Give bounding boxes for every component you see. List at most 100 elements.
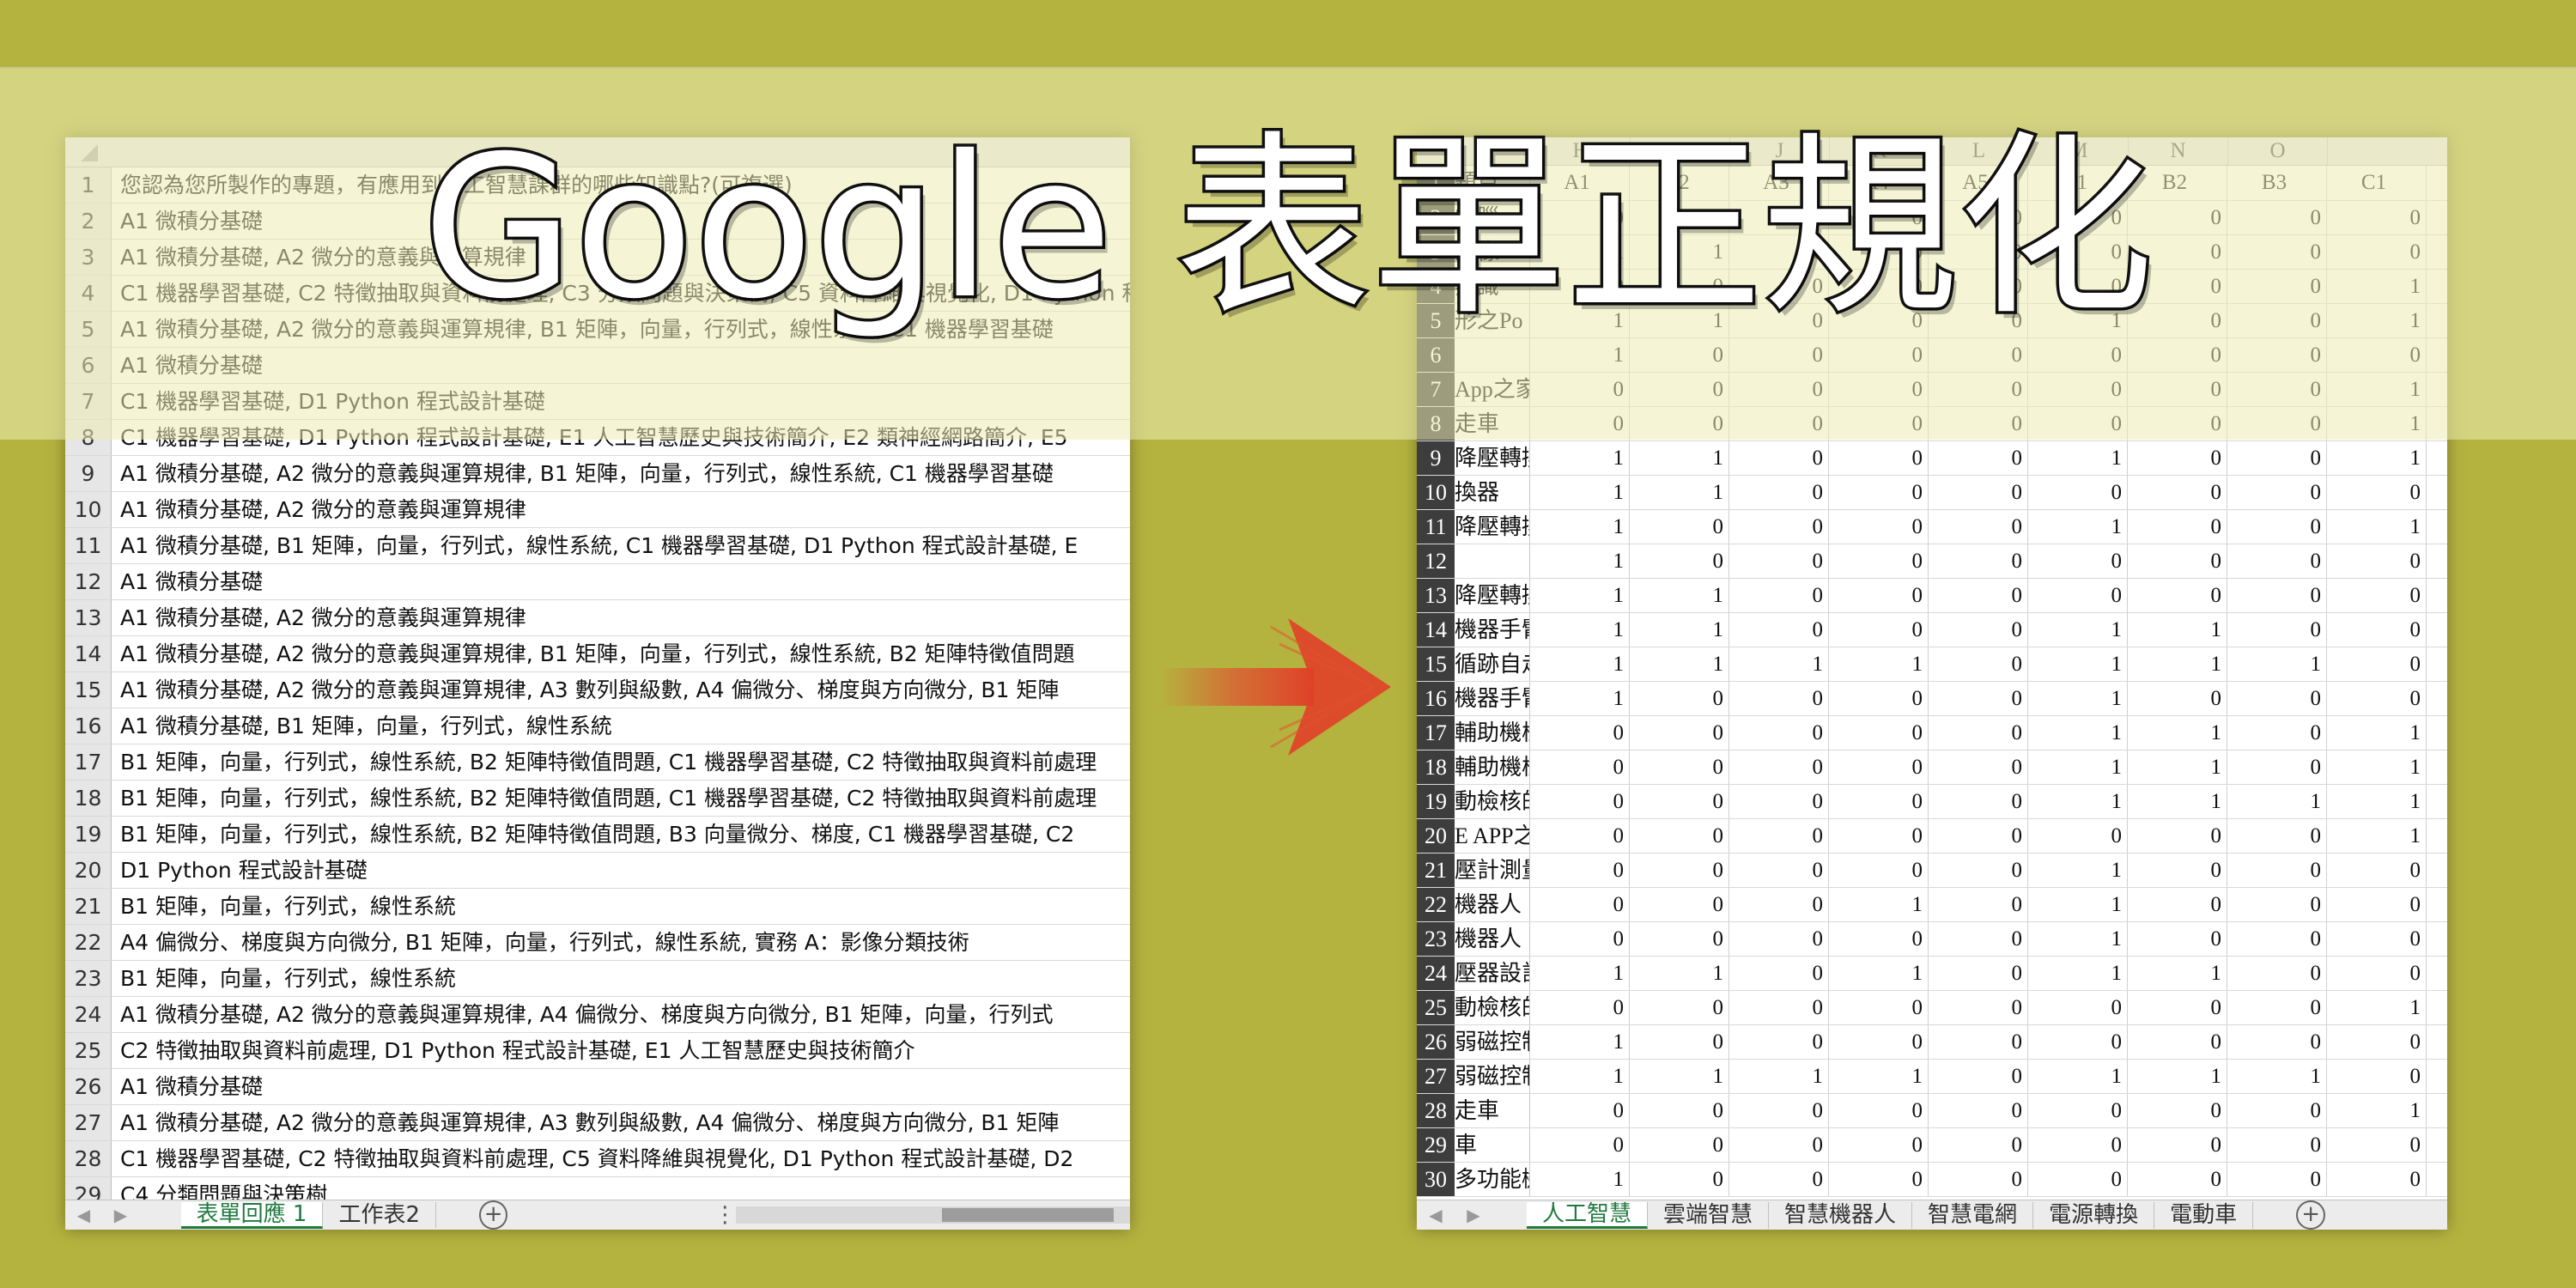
cell[interactable]: 0 <box>2327 1025 2427 1059</box>
cell[interactable]: 0 <box>1630 544 1729 578</box>
cell[interactable]: 0 <box>2028 1163 2128 1196</box>
project-name-cell[interactable]: 動檢核的 <box>1455 991 1530 1024</box>
more-icon[interactable]: ⋮ <box>714 1202 736 1228</box>
cell[interactable]: 0 <box>1729 1025 1829 1059</box>
cell[interactable]: 0 <box>2227 510 2327 544</box>
cell[interactable]: 0 <box>1929 441 2028 475</box>
cell[interactable]: 1 <box>2028 1060 2128 1093</box>
cell[interactable]: 0 <box>1929 1025 2028 1059</box>
cell[interactable]: 0 <box>1729 991 1829 1024</box>
row-number[interactable]: 27 <box>1417 1060 1455 1093</box>
row-number[interactable]: 10 <box>1417 476 1455 509</box>
project-name-cell[interactable]: 降壓轉換 <box>1455 579 1530 612</box>
row-number[interactable]: 28 <box>1417 1094 1455 1127</box>
cell[interactable]: 0 <box>1729 613 1829 647</box>
cell[interactable]: 0 <box>2028 819 2128 853</box>
cell[interactable]: 1 <box>1530 1163 1630 1196</box>
cell[interactable]: 1 <box>1829 888 1929 921</box>
cell[interactable]: 0 <box>2028 544 2128 578</box>
cell[interactable]: 1 <box>2028 682 2128 715</box>
cell[interactable]: 0 <box>2128 1128 2227 1162</box>
cell[interactable]: 0 <box>1829 750 1929 784</box>
cell[interactable]: 0 <box>2128 1025 2227 1059</box>
cell[interactable]: 0 <box>1630 922 1729 956</box>
cell[interactable]: 1 <box>2028 647 2128 681</box>
cell[interactable]: 0 <box>2028 1025 2128 1059</box>
row-number[interactable]: 15 <box>65 672 112 708</box>
cell[interactable]: 1 <box>2327 819 2427 853</box>
project-name-cell[interactable]: 機器手臂 <box>1455 682 1530 715</box>
cell[interactable]: 0 <box>1729 888 1829 921</box>
cell[interactable]: 1 <box>2327 1094 2427 1127</box>
cell[interactable]: 0 <box>1929 647 2028 681</box>
cell[interactable]: 1 <box>1530 441 1630 475</box>
cell[interactable]: 1 <box>1630 1060 1729 1093</box>
cell[interactable]: 0 <box>1829 785 1929 818</box>
cell[interactable]: 0 <box>1729 922 1829 956</box>
cell[interactable]: 1 <box>1829 957 1929 990</box>
cell[interactable]: 0 <box>1630 1094 1729 1127</box>
cell[interactable]: 0 <box>2227 613 2327 647</box>
cell[interactable]: 0 <box>1729 544 1829 578</box>
tab-form-responses[interactable]: 表單回應 1 <box>180 1201 324 1229</box>
cell[interactable]: 1 <box>1630 476 1729 509</box>
cell[interactable]: 0 <box>1729 750 1829 784</box>
cell[interactable]: 0 <box>1829 510 1929 544</box>
cell[interactable]: 0 <box>1829 1094 1929 1127</box>
cell[interactable]: B1 矩陣，向量，行列式，線性系統 <box>112 961 1130 996</box>
cell[interactable]: 0 <box>2227 888 2327 921</box>
cell[interactable]: 1 <box>2028 922 2128 956</box>
cell[interactable]: A4 偏微分、梯度與方向微分, B1 矩陣，向量，行列式，線性系統, 實務 A：… <box>112 925 1130 960</box>
row-number[interactable]: 9 <box>1417 441 1455 475</box>
scrollbar-thumb[interactable] <box>942 1208 1115 1222</box>
tab-sheet2[interactable]: 工作表2 <box>323 1202 437 1228</box>
cell[interactable]: 0 <box>2028 991 2128 1024</box>
project-name-cell[interactable]: 循跡自走 <box>1455 647 1530 681</box>
cell[interactable]: 0 <box>2327 957 2427 990</box>
cell[interactable]: 1 <box>1630 579 1729 612</box>
row-number[interactable]: 17 <box>1417 716 1455 750</box>
cell[interactable]: 0 <box>1630 1025 1729 1059</box>
cell[interactable]: 0 <box>2227 441 2327 475</box>
cell[interactable]: 0 <box>2327 1128 2427 1162</box>
cell[interactable]: 0 <box>1530 750 1630 784</box>
cell[interactable]: 1 <box>1530 682 1630 715</box>
cell[interactable]: A1 微積分基礎, A2 微分的意義與運算規律, A3 數列與級數, A4 偏微… <box>112 672 1130 708</box>
project-name-cell[interactable]: 降壓轉換 <box>1455 510 1530 544</box>
cell[interactable]: 0 <box>1829 682 1929 715</box>
cell[interactable]: 0 <box>1829 854 1929 887</box>
cell[interactable]: 0 <box>1929 544 2028 578</box>
cell[interactable]: 0 <box>2028 476 2128 509</box>
cell[interactable]: 0 <box>1929 991 2028 1024</box>
row-number[interactable]: 15 <box>1417 647 1455 681</box>
cell[interactable]: 0 <box>2327 579 2427 612</box>
cell[interactable]: 0 <box>2327 613 2427 647</box>
cell[interactable]: 0 <box>1530 1094 1630 1127</box>
cell[interactable]: 0 <box>2227 957 2327 990</box>
project-name-cell[interactable]: 輔助機械 <box>1455 716 1530 750</box>
cell[interactable]: 0 <box>1829 579 1929 612</box>
cell[interactable]: 0 <box>2128 854 2227 887</box>
cell[interactable]: 1 <box>2028 957 2128 990</box>
cell[interactable]: 1 <box>1630 613 1729 647</box>
cell[interactable]: 0 <box>1929 957 2028 990</box>
cell[interactable]: 0 <box>1530 785 1630 818</box>
cell[interactable]: 0 <box>1929 510 2028 544</box>
row-number[interactable]: 12 <box>1417 544 1455 578</box>
cell[interactable]: 1 <box>2327 441 2427 475</box>
cell[interactable]: 0 <box>1530 854 1630 887</box>
row-number[interactable]: 24 <box>65 997 112 1032</box>
row-number[interactable]: 11 <box>65 528 112 563</box>
project-name-cell[interactable]: 壓器設計 <box>1455 957 1530 990</box>
cell[interactable]: 0 <box>2028 1128 2128 1162</box>
cell[interactable]: 1 <box>2128 1060 2227 1093</box>
cell[interactable]: 0 <box>1829 544 1929 578</box>
cell[interactable]: 0 <box>1729 510 1829 544</box>
cell[interactable]: C4 分類問題與決策樹 <box>112 1177 1130 1202</box>
cell[interactable]: 0 <box>1630 888 1729 921</box>
cell[interactable]: 1 <box>2128 716 2227 750</box>
cell[interactable]: 0 <box>1929 613 2028 647</box>
cell[interactable]: 1 <box>2028 854 2128 887</box>
cell[interactable]: A1 微積分基礎, B1 矩陣，向量，行列式，線性系統 <box>112 708 1130 744</box>
cell[interactable]: 1 <box>2128 785 2227 818</box>
